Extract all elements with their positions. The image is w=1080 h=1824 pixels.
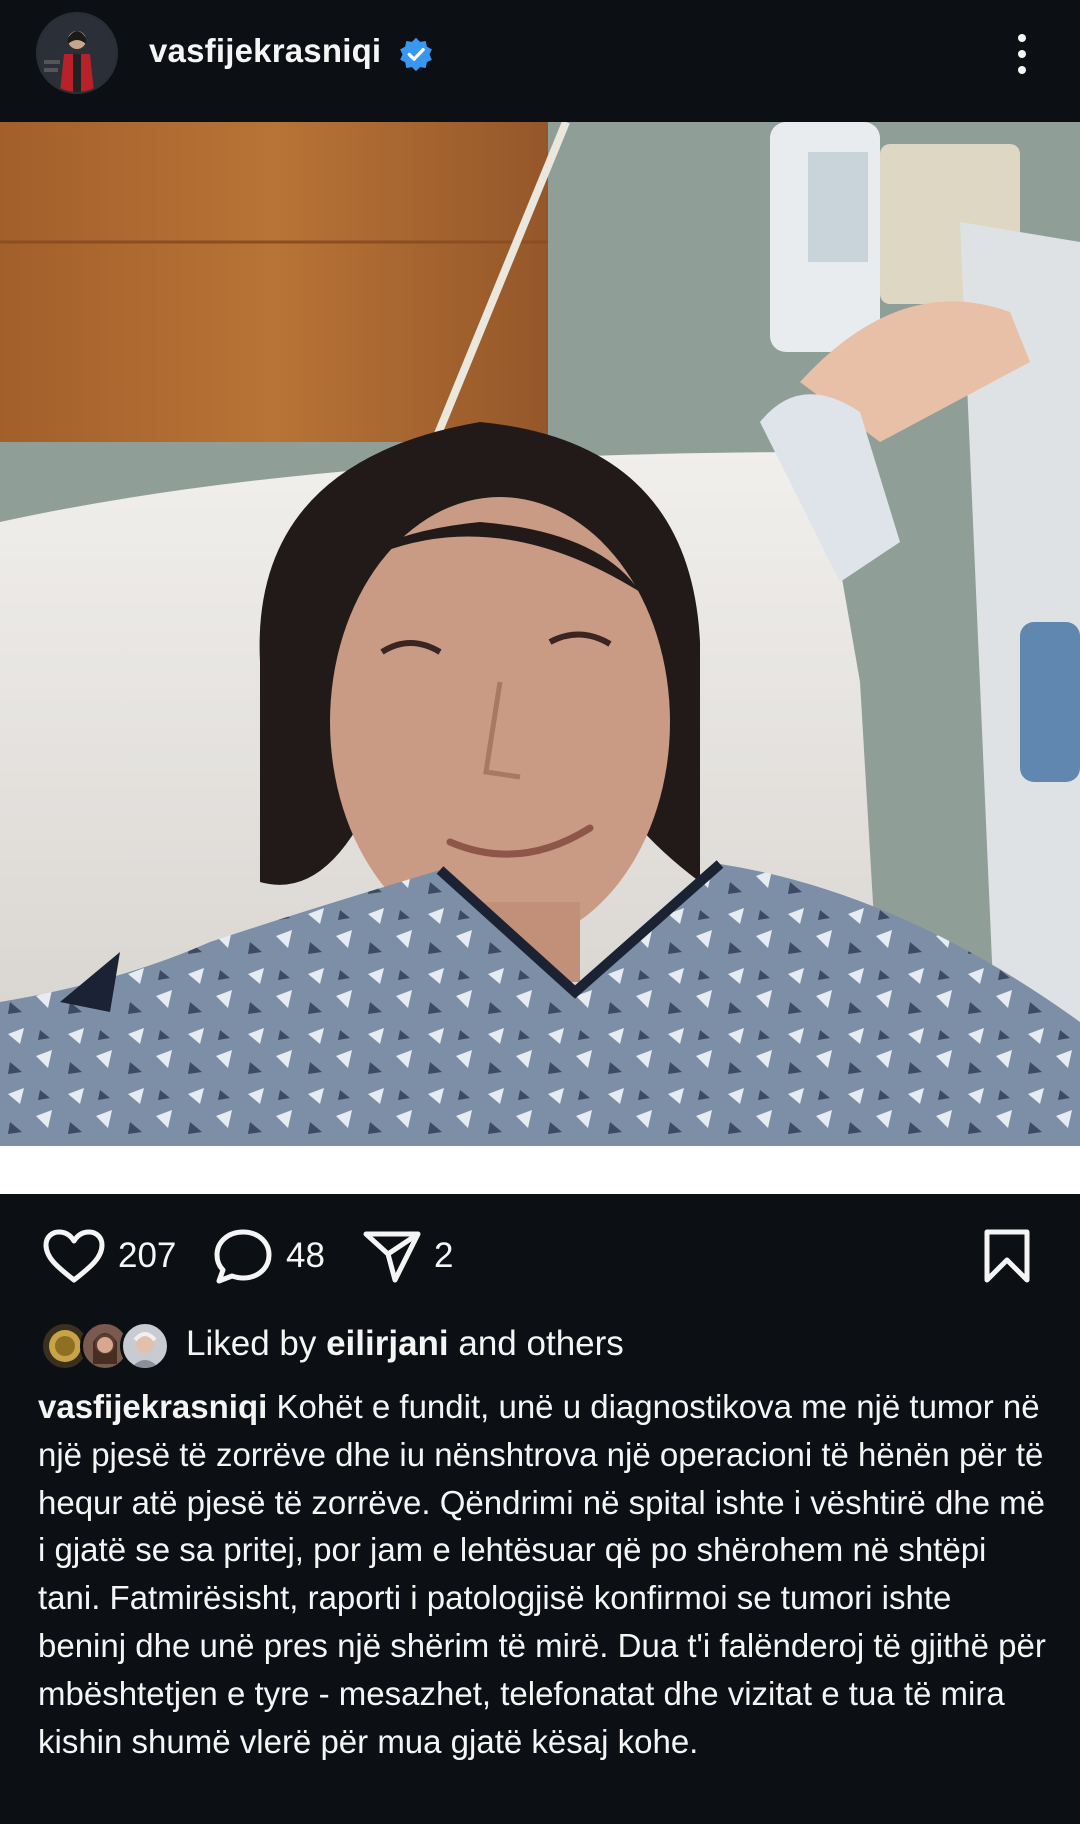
caption-username[interactable]: vasfijekrasniqi <box>38 1388 267 1425</box>
avatar-image <box>38 14 116 92</box>
profile-avatar[interactable] <box>38 14 116 92</box>
liked-by-avatars[interactable] <box>40 1321 170 1371</box>
person-avatar-icon <box>131 1332 159 1368</box>
liked-by-suffix[interactable]: and others <box>449 1324 623 1363</box>
liked-by-text: Liked by eilirjani and others <box>186 1324 624 1364</box>
save-button[interactable] <box>982 1228 1032 1284</box>
shares-count[interactable]: 2 <box>434 1236 453 1276</box>
comment-icon <box>214 1229 272 1284</box>
post-header: vasfijekrasniqi <box>0 0 1080 122</box>
more-dot <box>1018 66 1026 74</box>
comment-button[interactable]: 48 <box>212 1228 325 1284</box>
post-photo[interactable] <box>0 122 1080 1146</box>
post-photo-illustration <box>0 122 1080 1146</box>
liked-by-prefix: Liked by <box>186 1324 327 1363</box>
post-caption: vasfijekrasniqi Kohët e fundit, unë u di… <box>38 1383 1048 1765</box>
more-options-button[interactable] <box>1000 26 1044 82</box>
verified-badge-icon <box>400 37 432 72</box>
heart-icon <box>43 1229 105 1283</box>
send-icon <box>363 1231 421 1283</box>
liker-avatar <box>120 1321 170 1371</box>
more-dot <box>1018 50 1026 58</box>
photo-bottom-strip <box>0 1146 1080 1194</box>
like-button[interactable]: 207 <box>42 1228 176 1284</box>
share-button[interactable]: 2 <box>362 1228 453 1284</box>
post-username[interactable]: vasfijekrasniqi <box>149 32 381 70</box>
comments-count[interactable]: 48 <box>286 1236 325 1276</box>
bookmark-icon <box>984 1229 1030 1283</box>
more-vertical-icon <box>1018 34 1026 42</box>
caption-text: Kohët e fundit, unë u diagnostikova me n… <box>38 1388 1046 1760</box>
liked-by-user[interactable]: eilirjani <box>326 1324 449 1363</box>
likes-count[interactable]: 207 <box>118 1236 176 1276</box>
